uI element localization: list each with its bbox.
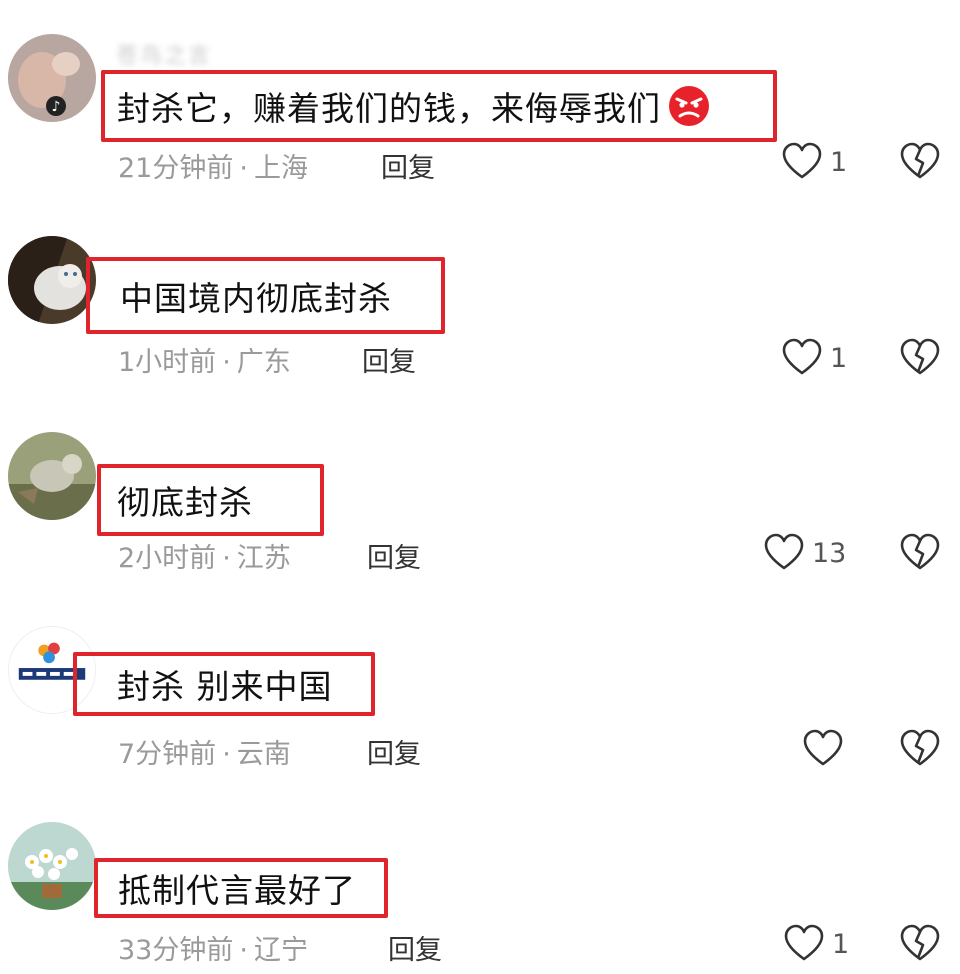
avatar-image [8, 822, 96, 910]
comment-time: 33分钟前 [118, 935, 234, 966]
avatar-image: ♪ [8, 34, 96, 122]
comment-text-highlight: 抵制代言最好了 [94, 858, 388, 918]
like-button[interactable]: 13 [764, 533, 846, 573]
like-count: 1 [830, 146, 848, 178]
like-button[interactable]: 1 [782, 142, 847, 182]
broken-heart-icon [900, 729, 940, 766]
meta-separator: · [222, 739, 231, 770]
avatar-image [8, 236, 96, 324]
dislike-button[interactable] [900, 924, 940, 964]
comment-location: 广东 [236, 347, 291, 378]
meta-separator: · [239, 935, 248, 966]
avatar-image [8, 432, 96, 520]
comment-meta: 2小时前 · 江苏 [118, 536, 291, 575]
reply-button[interactable]: 回复 [388, 928, 442, 967]
like-button[interactable] [803, 729, 851, 769]
broken-heart-icon [900, 142, 940, 179]
comment-location: 上海 [253, 153, 308, 184]
meta-separator: · [239, 153, 248, 184]
comment-text: 封杀它，赚着我们的钱，来侮辱我们 [117, 89, 661, 128]
reply-button[interactable]: 回复 [367, 732, 421, 771]
dislike-button[interactable] [900, 729, 940, 769]
angry-face-icon [669, 86, 709, 126]
dislike-button[interactable] [900, 142, 940, 182]
avatar[interactable]: ♪ [8, 34, 96, 122]
heart-icon [764, 533, 804, 570]
comment-meta: 33分钟前 · 辽宁 [118, 928, 308, 967]
like-count: 1 [832, 928, 850, 960]
comment-text-highlight: 封杀它，赚着我们的钱，来侮辱我们 [101, 70, 777, 142]
username[interactable]: 苍鸟之言 [116, 38, 212, 69]
reply-button[interactable]: 回复 [362, 340, 416, 379]
like-count: 13 [812, 537, 847, 569]
dislike-button[interactable] [900, 533, 940, 573]
like-count: 1 [830, 342, 848, 374]
broken-heart-icon [900, 533, 940, 570]
meta-separator: · [222, 543, 231, 574]
comment-time: 7分钟前 [118, 739, 217, 770]
comment-time: 1小时前 [118, 347, 217, 378]
comment-location: 云南 [236, 739, 291, 770]
svg-text:♪: ♪ [52, 99, 61, 115]
comment-text: 封杀 别来中国 [117, 667, 333, 706]
like-button[interactable]: 1 [782, 338, 847, 378]
avatar[interactable] [8, 822, 96, 910]
comment-time: 2小时前 [118, 543, 217, 574]
comment-text-highlight: 中国境内彻底封杀 [86, 257, 445, 334]
dislike-button[interactable] [900, 338, 940, 378]
comment-text-highlight: 封杀 别来中国 [73, 652, 375, 716]
comment-meta: 1小时前 · 广东 [118, 340, 291, 379]
meta-separator: · [222, 347, 231, 378]
comment-location: 江苏 [236, 543, 291, 574]
reply-button[interactable]: 回复 [381, 146, 435, 185]
comment-time: 21分钟前 [118, 153, 234, 184]
comment-text: 中国境内彻底封杀 [120, 278, 392, 318]
comment-text: 彻底封杀 [117, 483, 253, 522]
reply-button[interactable]: 回复 [367, 536, 421, 575]
heart-icon [803, 729, 843, 766]
comment-text-highlight: 彻底封杀 [97, 464, 324, 536]
like-button[interactable]: 1 [784, 924, 849, 964]
heart-icon [782, 142, 822, 179]
heart-icon [782, 338, 822, 375]
comment-meta: 7分钟前 · 云南 [118, 732, 291, 771]
broken-heart-icon [900, 924, 940, 961]
avatar[interactable] [8, 432, 96, 520]
heart-icon [784, 924, 824, 961]
comment-meta: 21分钟前 · 上海 [118, 146, 308, 185]
comment-location: 辽宁 [253, 935, 308, 966]
comment-text: 抵制代言最好了 [118, 871, 356, 910]
avatar[interactable] [8, 236, 96, 324]
broken-heart-icon [900, 338, 940, 375]
